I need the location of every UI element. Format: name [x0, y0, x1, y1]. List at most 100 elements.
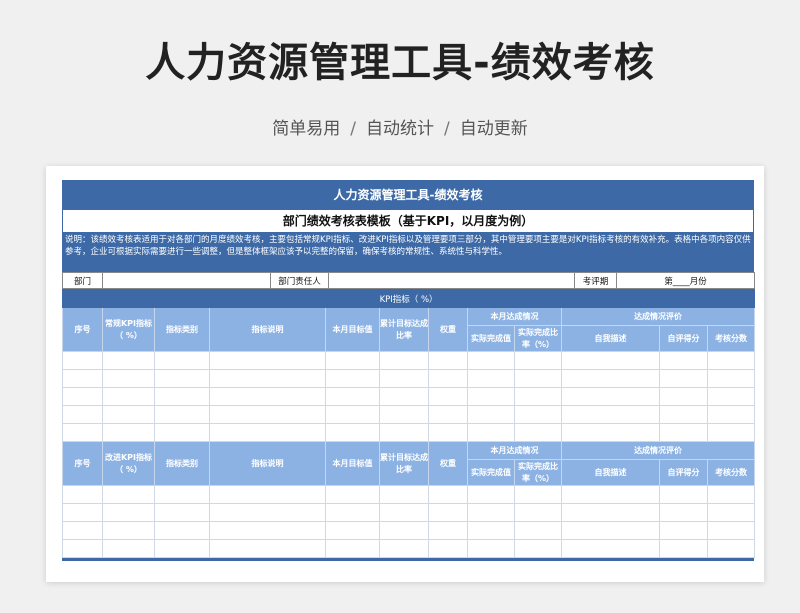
- table-cell[interactable]: [428, 485, 468, 504]
- table-cell[interactable]: [514, 369, 562, 388]
- table-cell[interactable]: [102, 387, 155, 406]
- table-cell[interactable]: [62, 539, 103, 558]
- table-cell[interactable]: [62, 369, 103, 388]
- table-cell[interactable]: [379, 539, 429, 558]
- table-cell[interactable]: [514, 485, 562, 504]
- table-cell[interactable]: [514, 387, 562, 406]
- table-cell[interactable]: [467, 503, 515, 522]
- table-cell[interactable]: [209, 387, 326, 406]
- table-cell[interactable]: [561, 503, 660, 522]
- table-cell[interactable]: [561, 539, 660, 558]
- table-cell[interactable]: [659, 521, 708, 540]
- table-cell[interactable]: [514, 503, 562, 522]
- table-cell[interactable]: [706, 485, 756, 504]
- table-cell[interactable]: [62, 351, 103, 370]
- table-cell[interactable]: [514, 405, 562, 424]
- table-cell[interactable]: [62, 485, 103, 504]
- table-cell[interactable]: [325, 369, 380, 388]
- table-cell[interactable]: [659, 503, 708, 522]
- table-cell[interactable]: [428, 369, 468, 388]
- table-cell[interactable]: [514, 521, 562, 540]
- table-cell[interactable]: [209, 369, 326, 388]
- table-cell[interactable]: [379, 521, 429, 540]
- table-cell[interactable]: [706, 539, 756, 558]
- table-cell[interactable]: [62, 423, 103, 442]
- table-cell[interactable]: [325, 423, 380, 442]
- table-cell[interactable]: [428, 423, 468, 442]
- table-cell[interactable]: [514, 351, 562, 370]
- table-cell[interactable]: [379, 423, 429, 442]
- table-cell[interactable]: [102, 405, 155, 424]
- table-cell[interactable]: [102, 369, 155, 388]
- table-cell[interactable]: [325, 521, 380, 540]
- table-cell[interactable]: [561, 485, 660, 504]
- table-cell[interactable]: [154, 485, 210, 504]
- table-cell[interactable]: [154, 369, 210, 388]
- table-cell[interactable]: [659, 539, 708, 558]
- table-cell[interactable]: [659, 423, 708, 442]
- table-cell[interactable]: [428, 503, 468, 522]
- table-cell[interactable]: [209, 351, 326, 370]
- table-cell[interactable]: [561, 387, 660, 406]
- table-cell[interactable]: [154, 423, 210, 442]
- table-cell[interactable]: [467, 485, 515, 504]
- period-value-cell[interactable]: 第____月份: [616, 272, 755, 289]
- table-cell[interactable]: [102, 485, 155, 504]
- table-cell[interactable]: [102, 351, 155, 370]
- table-cell[interactable]: [706, 423, 756, 442]
- table-cell[interactable]: [62, 387, 103, 406]
- table-cell[interactable]: [209, 521, 326, 540]
- table-cell[interactable]: [154, 503, 210, 522]
- table-cell[interactable]: [379, 405, 429, 424]
- table-cell[interactable]: [514, 539, 562, 558]
- table-cell[interactable]: [154, 351, 210, 370]
- table-cell[interactable]: [428, 351, 468, 370]
- table-cell[interactable]: [659, 387, 708, 406]
- table-cell[interactable]: [514, 423, 562, 442]
- table-cell[interactable]: [209, 503, 326, 522]
- table-cell[interactable]: [561, 423, 660, 442]
- table-cell[interactable]: [561, 369, 660, 388]
- table-cell[interactable]: [467, 539, 515, 558]
- table-cell[interactable]: [561, 521, 660, 540]
- table-cell[interactable]: [209, 539, 326, 558]
- table-cell[interactable]: [379, 503, 429, 522]
- table-cell[interactable]: [561, 405, 660, 424]
- table-cell[interactable]: [102, 539, 155, 558]
- table-cell[interactable]: [154, 387, 210, 406]
- table-cell[interactable]: [102, 503, 155, 522]
- table-cell[interactable]: [706, 369, 756, 388]
- table-cell[interactable]: [325, 387, 380, 406]
- table-cell[interactable]: [467, 521, 515, 540]
- table-cell[interactable]: [325, 405, 380, 424]
- table-cell[interactable]: [428, 521, 468, 540]
- table-cell[interactable]: [659, 485, 708, 504]
- table-cell[interactable]: [659, 351, 708, 370]
- table-cell[interactable]: [659, 369, 708, 388]
- table-cell[interactable]: [102, 521, 155, 540]
- table-cell[interactable]: [561, 351, 660, 370]
- table-cell[interactable]: [325, 351, 380, 370]
- table-cell[interactable]: [325, 539, 380, 558]
- table-cell[interactable]: [325, 485, 380, 504]
- table-cell[interactable]: [467, 405, 515, 424]
- table-cell[interactable]: [209, 485, 326, 504]
- table-cell[interactable]: [467, 423, 515, 442]
- table-cell[interactable]: [325, 503, 380, 522]
- owner-value-cell[interactable]: [328, 272, 575, 289]
- table-cell[interactable]: [209, 423, 326, 442]
- table-cell[interactable]: [62, 405, 103, 424]
- table-cell[interactable]: [379, 387, 429, 406]
- table-cell[interactable]: [467, 387, 515, 406]
- table-cell[interactable]: [467, 369, 515, 388]
- table-cell[interactable]: [154, 405, 210, 424]
- table-cell[interactable]: [379, 351, 429, 370]
- table-cell[interactable]: [154, 521, 210, 540]
- table-cell[interactable]: [706, 387, 756, 406]
- table-cell[interactable]: [706, 503, 756, 522]
- table-cell[interactable]: [428, 387, 468, 406]
- table-cell[interactable]: [154, 539, 210, 558]
- table-cell[interactable]: [62, 521, 103, 540]
- table-cell[interactable]: [209, 405, 326, 424]
- table-cell[interactable]: [659, 405, 708, 424]
